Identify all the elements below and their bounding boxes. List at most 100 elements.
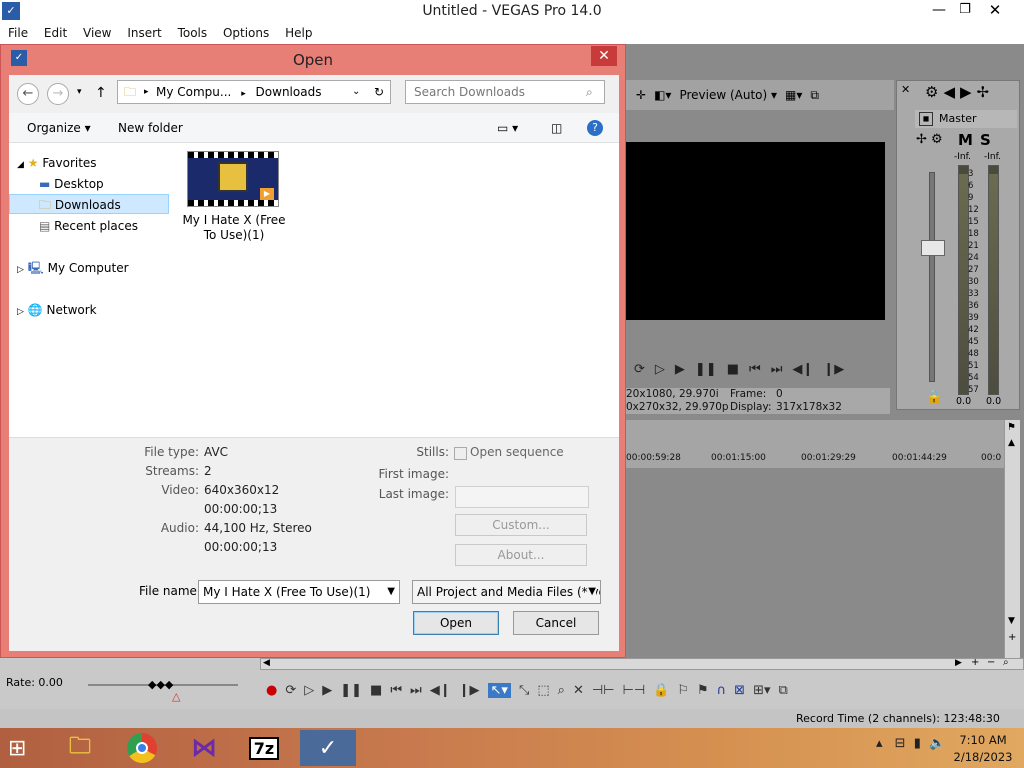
search-icon[interactable]: ⌕ <box>586 81 593 103</box>
menu-view[interactable]: View <box>83 26 111 40</box>
zoom-icon[interactable]: ⌕ <box>1003 657 1009 668</box>
scroll-up-icon[interactable]: ▲ <box>1008 438 1015 448</box>
breadcrumb-downloads[interactable]: Downloads <box>256 85 322 99</box>
next-frame-icon[interactable]: ⏭ <box>771 362 783 377</box>
copy-snapshot-icon[interactable]: ⧉ <box>810 89 819 101</box>
marker-icon[interactable]: ⚑ <box>1007 422 1016 433</box>
pause-icon[interactable]: ❚❚ <box>695 362 717 377</box>
zoom-in-h-icon[interactable]: + <box>971 657 979 668</box>
master-fader-knob[interactable] <box>921 240 945 256</box>
rate-slider-thumb[interactable]: ◆◆◆ <box>148 678 173 691</box>
show-hidden-icons-icon[interactable]: ▴ <box>876 736 883 751</box>
restore-button[interactable]: ❐ <box>950 2 980 22</box>
up-one-level-icon[interactable]: ↑ <box>95 85 107 101</box>
forward-button-icon[interactable]: → <box>47 83 69 105</box>
expand-icon[interactable]: ▷ <box>17 265 24 275</box>
file-type-filter-dropdown[interactable]: All Project and Media Files (*.ve ▼ <box>412 580 601 604</box>
zoom-tool-icon[interactable]: ⌕ <box>558 683 565 698</box>
snapping-icon[interactable]: ∩ <box>717 683 727 698</box>
overlays-icon[interactable]: ▦▾ <box>785 89 802 101</box>
envelope-tool-icon[interactable]: ⤡ <box>519 683 529 698</box>
nav-network[interactable]: ▷ 🌐 Network <box>9 300 169 320</box>
vegas-pro-taskbar-icon[interactable]: ✓ <box>300 730 356 766</box>
marker-add-icon[interactable]: ⚐ <box>677 683 689 698</box>
scroll-right-icon[interactable]: ▶ <box>955 658 962 668</box>
nav-downloads[interactable]: 🗀 Downloads <box>9 194 169 214</box>
play-from-start-icon[interactable]: ▷ <box>304 683 314 698</box>
seven-zip-icon[interactable]: 7z <box>240 730 288 766</box>
selection-tool-icon[interactable]: ⬚ <box>537 683 549 698</box>
recent-locations-icon[interactable]: ▾ <box>77 87 82 97</box>
battery-icon[interactable]: ▮ <box>914 736 921 751</box>
file-name-label[interactable]: My I Hate X (Free To Use)(1) <box>179 213 289 243</box>
master-fx-icon[interactable]: ✢ ⚙ <box>916 132 943 147</box>
clock[interactable]: 7:10 AM 2/18/2023 <box>950 732 1016 766</box>
go-to-end-icon[interactable]: ⏭ <box>410 683 422 698</box>
go-to-start-icon[interactable]: ⏮ <box>390 683 402 698</box>
split-icon[interactable]: ⊢⊣ <box>623 683 646 698</box>
file-explorer-icon[interactable]: 🗀 <box>56 730 104 766</box>
normal-edit-tool-icon[interactable]: ↖▾ <box>487 682 511 698</box>
lock-icon[interactable]: 🔒 <box>926 390 942 405</box>
scroll-left-icon[interactable]: ◀ <box>263 658 270 668</box>
chevron-down-icon[interactable]: ▼ <box>588 581 596 603</box>
open-sequence-checkbox[interactable] <box>454 447 467 460</box>
play-icon[interactable]: ▶ <box>322 683 332 698</box>
change-view-icon[interactable]: ▭ ▾ <box>497 121 518 135</box>
auto-crossfade-icon[interactable]: ⊠ <box>734 683 745 698</box>
back-button-icon[interactable]: ← <box>17 83 39 105</box>
loop-playback-icon[interactable]: ⟳ <box>285 683 296 698</box>
preview-quality-dropdown[interactable]: Preview (Auto) ▾ <box>679 88 777 102</box>
nav-desktop[interactable]: ▬ Desktop <box>9 174 169 194</box>
visual-studio-icon[interactable]: ⋈ <box>180 730 228 766</box>
event-pan-crop-icon[interactable]: ⧉ <box>779 683 788 698</box>
custom-button[interactable]: Custom... <box>455 514 587 536</box>
mixer-toolbar-icons[interactable]: ⚙◀▶✢ <box>925 83 994 101</box>
file-name-combobox[interactable]: My I Hate X (Free To Use)(1) ▼ <box>198 580 400 604</box>
preview-pane-icon[interactable]: ◫ <box>551 121 562 135</box>
address-bar[interactable]: 🗀 ▸ My Compu... ▸ Downloads ⌄ ↻ <box>117 80 391 104</box>
scroll-down-icon[interactable]: ▼ <box>1008 616 1015 626</box>
lock-envelopes-icon[interactable]: 🔒 <box>653 683 669 698</box>
split-screen-icon[interactable]: ✛ <box>636 89 646 101</box>
start-button-icon[interactable]: ⊞ <box>8 736 26 761</box>
help-icon[interactable]: ? <box>587 120 603 136</box>
nav-favorites[interactable]: ◢ ★ Favorites <box>9 153 169 173</box>
chevron-down-icon[interactable]: ▼ <box>387 581 395 603</box>
rewind-icon[interactable]: ◀❙ <box>792 362 813 377</box>
prev-frame-icon[interactable]: ⏮ <box>749 362 761 377</box>
last-image-field[interactable] <box>455 486 589 508</box>
menu-help[interactable]: Help <box>285 26 312 40</box>
breadcrumb-my-computer[interactable]: My Compu... <box>156 85 231 99</box>
preview-settings-icon[interactable]: ◧▾ <box>654 89 671 101</box>
menu-options[interactable]: Options <box>223 26 269 40</box>
timeline-vertical-scrollbar[interactable]: ⚑ ▲ ▼ + <box>1004 420 1020 658</box>
menu-file[interactable]: File <box>8 26 28 40</box>
ripple-edit-icon[interactable]: ⊞▾ <box>753 683 770 698</box>
forward-icon[interactable]: ❙▶ <box>823 362 844 377</box>
refresh-icon[interactable]: ↻ <box>374 81 384 103</box>
volume-icon[interactable]: 🔈 <box>929 736 945 751</box>
play-from-start-icon[interactable]: ▷ <box>655 362 665 377</box>
cancel-button[interactable]: Cancel <box>513 611 599 635</box>
zoom-in-icon[interactable]: + <box>1008 632 1016 643</box>
video-thumbnail[interactable]: ▶ <box>187 151 279 207</box>
next-frame-icon[interactable]: ❙▶ <box>459 683 480 698</box>
trim-icon[interactable]: ⊣⊢ <box>592 683 615 698</box>
track-area[interactable] <box>626 468 1006 658</box>
dialog-close-button[interactable]: ✕ <box>591 46 617 66</box>
network-icon[interactable]: ⊟ <box>895 736 906 751</box>
search-box[interactable]: Search Downloads ⌕ <box>405 80 605 104</box>
menu-edit[interactable]: Edit <box>44 26 67 40</box>
solo-button[interactable]: S <box>980 131 991 149</box>
timeline-horizontal-scrollbar[interactable]: ◀ ▶ + − ⌕ <box>260 657 1024 670</box>
timeline-ruler[interactable]: 00:00:59:28 00:01:15:00 00:01:29:29 00:0… <box>626 420 1006 468</box>
address-dropdown-icon[interactable]: ⌄ <box>352 81 360 103</box>
nav-recent-places[interactable]: ▤ Recent places <box>9 216 169 236</box>
stop-icon[interactable]: ■ <box>370 683 382 698</box>
stop-icon[interactable]: ■ <box>727 362 739 377</box>
zoom-out-h-icon[interactable]: − <box>987 657 995 668</box>
about-button[interactable]: About... <box>455 544 587 566</box>
expand-icon[interactable]: ▷ <box>17 307 24 317</box>
organize-button[interactable]: Organize ▾ <box>27 121 91 135</box>
